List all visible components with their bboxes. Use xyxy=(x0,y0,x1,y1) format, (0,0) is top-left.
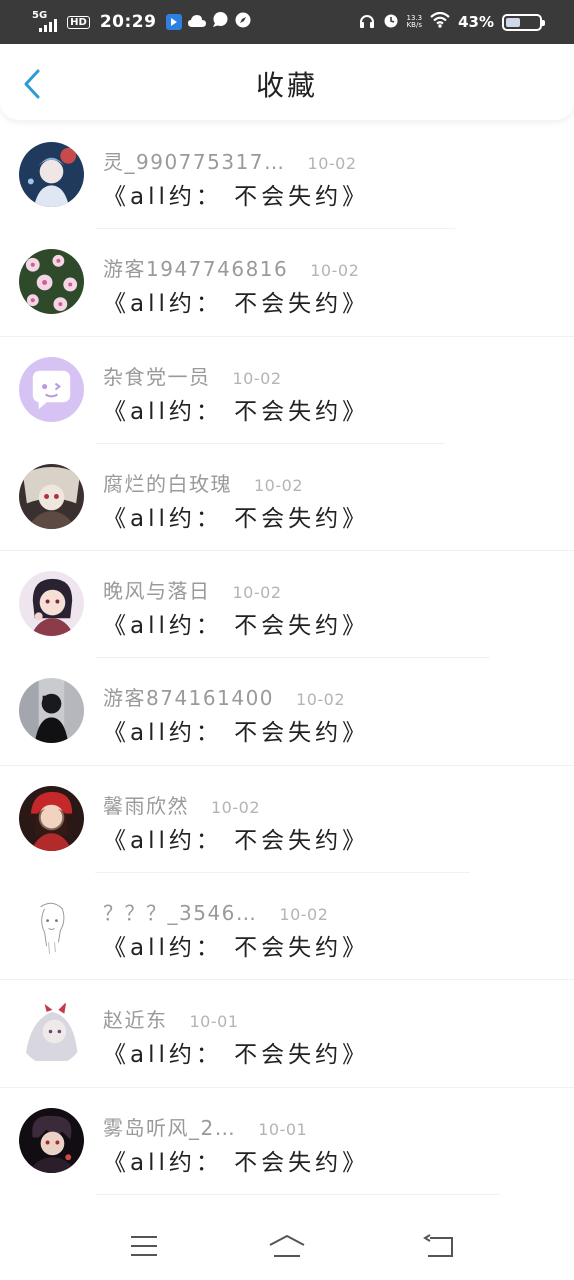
favorite-title[interactable]: 《all约： 不会失约》 xyxy=(103,392,369,426)
menu-button[interactable] xyxy=(124,1230,164,1262)
page-title: 收藏 xyxy=(255,69,318,102)
list-item[interactable]: 腐烂的白玫瑰 10-02 《all约： 不会失约》 xyxy=(0,444,574,552)
favorite-title[interactable]: 《all约： 不会失约》 xyxy=(103,1035,369,1069)
favorite-title[interactable]: 《all约： 不会失约》 xyxy=(103,928,369,962)
list-item[interactable]: 游客874161400 10-02 《all约： 不会失约》 xyxy=(0,658,574,766)
wifi-icon xyxy=(430,11,450,32)
list-item[interactable]: 赵近东 10-01 《all约： 不会失约》 xyxy=(0,980,574,1088)
clock-time: 20:29 xyxy=(99,12,157,32)
menu-icon xyxy=(131,1236,157,1256)
photo-avatar[interactable] xyxy=(19,678,84,744)
favorite-title[interactable]: 《all约： 不会失约》 xyxy=(103,713,369,747)
post-date: 10-02 xyxy=(254,475,303,495)
item-meta: 游客874161400 10-02 xyxy=(103,682,345,711)
item-meta: 腐烂的白玫瑰 10-02 xyxy=(103,468,303,497)
item-meta: 游客1947746816 10-02 xyxy=(103,253,359,282)
post-date: 10-02 xyxy=(307,154,357,173)
sketch-avatar[interactable] xyxy=(19,893,84,959)
post-date: 10-01 xyxy=(189,1012,239,1032)
back-icon xyxy=(423,1234,453,1257)
item-meta: 雾岛听风_2… 10-01 xyxy=(103,1112,307,1141)
post-date: 10-02 xyxy=(232,368,282,388)
cloud-icon xyxy=(188,13,207,32)
user-name: 游客874161400 xyxy=(103,686,275,711)
favorite-title[interactable]: 《all约： 不会失约》 xyxy=(103,284,369,318)
favorite-title[interactable]: 《all约： 不会失约》 xyxy=(103,177,369,211)
pink-flowers-avatar[interactable] xyxy=(19,249,84,315)
net-speed: 13.3 KB/s xyxy=(407,15,423,29)
user-name: 灵_990775317… xyxy=(103,150,286,174)
user-name: 游客1947746816 xyxy=(103,257,289,282)
app-notify-icon xyxy=(166,14,183,30)
user-name: 馨雨欣然 xyxy=(103,793,189,818)
net-speed-unit: KB/s xyxy=(406,21,422,29)
item-meta: 晚风与落日 10-02 xyxy=(103,575,282,604)
app-header: 收藏 xyxy=(0,44,574,120)
list-item[interactable]: 杂食党一员 10-02 《all约： 不会失约》 xyxy=(0,337,574,444)
anime-character-avatar[interactable] xyxy=(19,785,84,851)
list-item[interactable]: ？？？_3546… 10-02 《all约： 不会失约》 xyxy=(0,873,574,981)
user-name: 雾岛听风_2… xyxy=(103,1115,237,1140)
anime-character-avatar[interactable] xyxy=(19,571,84,637)
hd-icon: HD xyxy=(67,15,90,29)
network-type: 5G xyxy=(32,10,48,21)
anime-character-avatar[interactable] xyxy=(19,1000,84,1066)
list-item[interactable]: 灵_990775317… 10-02 《all约： 不会失约》 xyxy=(0,122,574,230)
back-nav-button[interactable] xyxy=(418,1230,458,1262)
alarm-icon xyxy=(383,12,399,32)
post-date: 10-02 xyxy=(296,690,346,710)
status-bar: 5G HD 20:29 13.3 KB/s 43% xyxy=(0,0,574,44)
post-date: 10-02 xyxy=(310,261,360,281)
favorite-title[interactable]: 《all约： 不会失约》 xyxy=(103,606,369,640)
anime-character-avatar[interactable] xyxy=(19,463,84,529)
compass-icon xyxy=(235,12,251,32)
home-button[interactable] xyxy=(267,1230,307,1262)
item-meta: 馨雨欣然 10-02 xyxy=(103,790,260,819)
favorite-title[interactable]: 《all约： 不会失约》 xyxy=(103,499,369,533)
default-chat-avatar[interactable] xyxy=(19,356,84,422)
user-name: ？？？_3546… xyxy=(103,901,258,926)
item-meta: 杂食党一员 10-02 xyxy=(103,361,282,390)
user-name: 杂食党一员 xyxy=(103,364,211,389)
post-date: 10-02 xyxy=(211,797,260,817)
item-meta: 灵_990775317… 10-02 xyxy=(103,146,357,175)
post-date: 10-01 xyxy=(258,1119,308,1139)
anime-character-avatar[interactable] xyxy=(19,1107,84,1173)
favorite-title[interactable]: 《all约： 不会失约》 xyxy=(103,1143,369,1177)
list-item[interactable]: 雾岛听风_2… 10-01 《all约： 不会失约》 xyxy=(0,1088,574,1195)
favorite-title[interactable]: 《all约： 不会失约》 xyxy=(103,821,369,855)
home-icon xyxy=(269,1235,305,1257)
list-item[interactable]: 晚风与落日 10-02 《all约： 不会失约》 xyxy=(0,551,574,659)
battery-icon xyxy=(502,13,545,31)
list-item[interactable]: 馨雨欣然 10-02 《all约： 不会失约》 xyxy=(0,766,574,874)
system-nav-bar xyxy=(0,1212,574,1280)
anime-character-avatar[interactable] xyxy=(19,142,84,207)
list-item[interactable]: 游客1947746816 10-02 《all约： 不会失约》 xyxy=(0,229,574,337)
item-meta: 赵近东 10-01 xyxy=(103,1004,239,1033)
divider xyxy=(95,1193,500,1195)
battery-percent: 43% xyxy=(458,13,494,31)
post-date: 10-02 xyxy=(232,583,282,603)
user-name: 腐烂的白玫瑰 xyxy=(103,471,232,496)
user-name: 晚风与落日 xyxy=(103,579,211,604)
item-meta: ？？？_3546… 10-02 xyxy=(103,897,328,926)
headphones-icon xyxy=(359,13,375,32)
user-name: 赵近东 xyxy=(103,1008,168,1033)
favorites-list: 灵_990775317… 10-02 《all约： 不会失约》 游客194774… xyxy=(0,122,574,1195)
chat-icon xyxy=(212,12,229,32)
post-date: 10-02 xyxy=(279,905,329,925)
